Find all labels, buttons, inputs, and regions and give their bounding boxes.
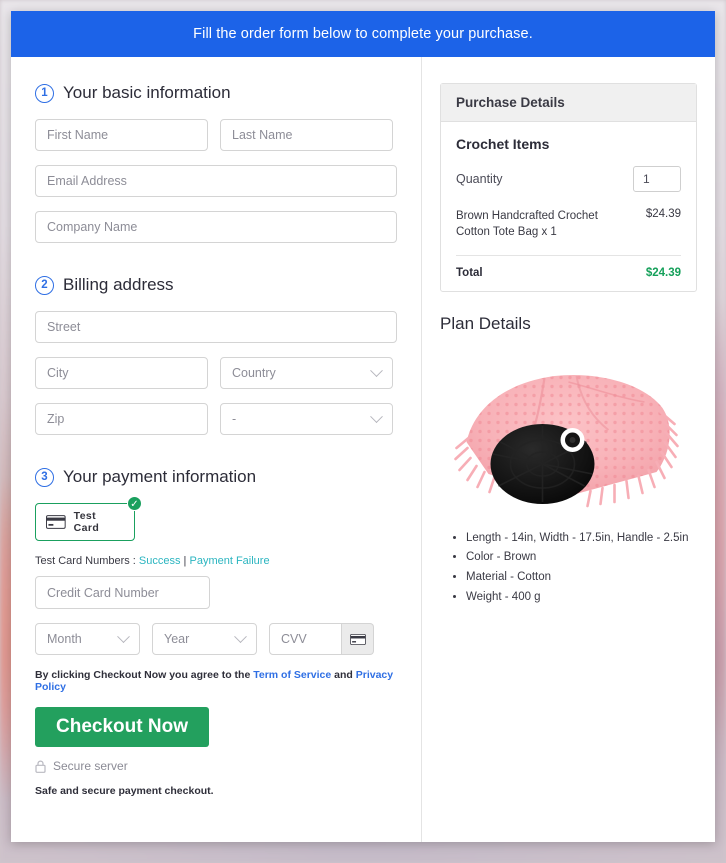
test-success-link[interactable]: Success — [139, 555, 181, 567]
step-2-number: 2 — [35, 275, 54, 295]
expiry-year-select[interactable]: Year — [152, 623, 257, 655]
test-card-option[interactable]: Test Card ✓ — [35, 496, 142, 541]
card-body: 1 Your basic information First Name Last… — [11, 57, 715, 842]
street-row: Street — [35, 311, 397, 343]
checkout-button[interactable]: Checkout Now — [35, 707, 209, 747]
quantity-input[interactable]: 1 — [633, 166, 681, 192]
email-row: Email Address — [35, 165, 397, 197]
state-select[interactable]: - — [220, 403, 393, 435]
street-input[interactable]: Street — [35, 311, 397, 343]
crochet-product-illustration — [448, 345, 689, 516]
terms-mid: and — [331, 669, 356, 681]
spec-item: Length - 14in, Width - 17.5in, Handle - … — [466, 530, 697, 548]
expiry-year-value: Year — [164, 632, 190, 646]
country-select-value: Country — [232, 366, 276, 380]
chevron-down-icon — [234, 629, 247, 643]
step-3-heading: 3 Your payment information — [35, 467, 397, 487]
crochet-items-title: Crochet Items — [456, 136, 550, 152]
secure-server-note: Secure server — [35, 759, 397, 773]
city-country-row: City Country — [35, 357, 397, 389]
test-card-label: Test Card — [73, 510, 100, 534]
secure-server-label: Secure server — [53, 759, 128, 773]
cvv-help-button[interactable] — [342, 623, 374, 655]
checkout-card: Fill the order form below to complete yo… — [11, 11, 715, 842]
banner-text: Fill the order form below to complete yo… — [193, 26, 533, 42]
step-2-title: Billing address — [63, 275, 174, 294]
product-specs-list: Length - 14in, Width - 17.5in, Handle - … — [440, 530, 697, 607]
last-name-input[interactable]: Last Name — [220, 119, 393, 151]
line-item-row: Brown Handcrafted Crochet Cotton Tote Ba… — [456, 208, 681, 256]
spec-item: Color - Brown — [466, 549, 697, 567]
cvv-group: CVV — [269, 623, 374, 655]
total-row: Total $24.39 — [456, 256, 681, 279]
cvv-input[interactable]: CVV — [269, 623, 342, 655]
form-column: 1 Your basic information First Name Last… — [11, 57, 422, 842]
page-banner: Fill the order form below to complete yo… — [11, 11, 715, 57]
credit-card-number-input[interactable]: Credit Card Number — [35, 576, 210, 609]
quantity-row: Quantity 1 — [456, 166, 681, 192]
chevron-down-icon — [117, 629, 130, 643]
name-row: First Name Last Name — [35, 119, 397, 151]
email-input[interactable]: Email Address — [35, 165, 397, 197]
zip-state-row: Zip - — [35, 403, 397, 435]
country-select[interactable]: Country — [220, 357, 393, 389]
purchase-details-body: Crochet Items Quantity 1 Brown Handcraft… — [441, 122, 696, 291]
zip-input[interactable]: Zip — [35, 403, 208, 435]
line-item-price: $24.39 — [645, 208, 681, 220]
total-value: $24.39 — [645, 266, 681, 279]
step-3-number: 3 — [35, 467, 54, 487]
check-circle-icon: ✓ — [127, 496, 142, 511]
plan-details-title: Plan Details — [440, 313, 531, 333]
test-card-numbers-line: Test Card Numbers : Success | Payment Fa… — [35, 555, 397, 567]
terms-text: By clicking Checkout Now you agree to th… — [35, 669, 397, 693]
company-row: Company Name — [35, 211, 397, 243]
expiry-cvv-row: Month Year CVV — [35, 623, 397, 655]
credit-card-row: Credit Card Number — [35, 576, 397, 609]
step-1-heading: 1 Your basic information — [35, 83, 397, 103]
expiry-month-value: Month — [47, 632, 82, 646]
safe-checkout-note: Safe and secure payment checkout. — [35, 785, 214, 797]
purchase-details-header: Purchase Details — [441, 84, 696, 122]
product-image — [440, 345, 697, 516]
credit-card-icon — [46, 515, 66, 529]
test-failure-link[interactable]: Payment Failure — [189, 555, 269, 567]
step-3-title: Your payment information — [63, 467, 257, 486]
quantity-label: Quantity — [456, 172, 503, 186]
chevron-down-icon — [370, 363, 383, 377]
step-2-heading: 2 Billing address — [35, 275, 397, 295]
spec-item: Weight - 400 g — [466, 589, 697, 607]
line-item-name: Brown Handcrafted Crochet Cotton Tote Ba… — [456, 210, 598, 239]
purchase-details-panel: Purchase Details Crochet Items Quantity … — [440, 83, 697, 292]
first-name-input[interactable]: First Name — [35, 119, 208, 151]
step-1-number: 1 — [35, 83, 54, 103]
lock-icon — [35, 760, 46, 773]
terms-prefix: By clicking Checkout Now you agree to th… — [35, 669, 254, 681]
company-input[interactable]: Company Name — [35, 211, 397, 243]
state-select-value: - — [232, 412, 237, 426]
total-label: Total — [456, 266, 483, 279]
summary-column: Purchase Details Crochet Items Quantity … — [422, 57, 715, 842]
chevron-down-icon — [370, 409, 383, 423]
test-card-prefix: Test Card Numbers : — [35, 555, 139, 567]
step-1-title: Your basic information — [63, 83, 231, 102]
spec-item: Material - Cotton — [466, 569, 697, 587]
city-input[interactable]: City — [35, 357, 208, 389]
terms-of-service-link[interactable]: Term of Service — [253, 669, 331, 681]
credit-card-icon — [349, 633, 366, 645]
expiry-month-select[interactable]: Month — [35, 623, 140, 655]
